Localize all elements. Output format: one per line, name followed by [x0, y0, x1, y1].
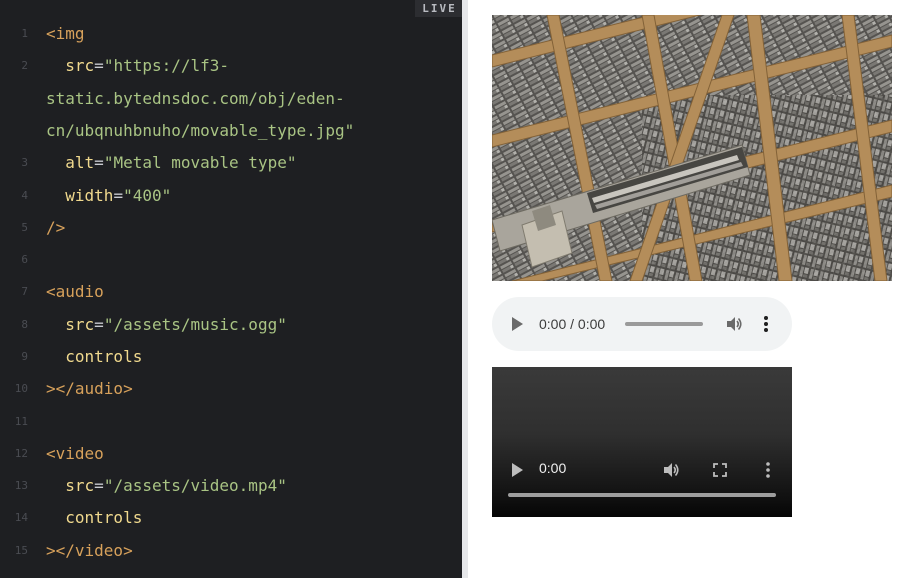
line-number: 1	[21, 27, 28, 40]
code-token: static.bytednsdoc.com/obj/eden-	[46, 89, 345, 108]
audio-seek-bar[interactable]	[625, 322, 703, 326]
line-number: 10	[14, 382, 28, 395]
live-badge: LIVE	[415, 0, 462, 17]
code-token: controls	[46, 508, 143, 527]
code-line[interactable]: 14 controls	[0, 502, 462, 534]
code-token: ></audio>	[46, 379, 133, 398]
code-token: src	[46, 56, 95, 75]
movable-type-photo	[492, 15, 892, 281]
code-token: =	[94, 315, 104, 334]
code-line[interactable]: 5 />	[0, 212, 462, 244]
code-line[interactable]: 1 <img	[0, 18, 462, 50]
line-number: 3	[21, 156, 28, 169]
code-line[interactable]: 13 src="/assets/video.mp4"	[0, 470, 462, 502]
code-token: "https://lf3-	[103, 56, 230, 75]
line-number: 7	[21, 285, 28, 298]
code-token: <audio	[46, 282, 104, 301]
code-token: src	[46, 315, 95, 334]
code-text: src="https://lf3-	[46, 50, 229, 82]
code-line[interactable]: cn/ubqnuhbnuho/movable_type.jpg"	[0, 115, 462, 147]
code-token: "400"	[123, 186, 172, 205]
line-number: 2	[21, 59, 28, 72]
code-line[interactable]: 7 <audio	[0, 276, 462, 308]
live-preview: 0:00 / 0:00 0:00	[468, 0, 914, 578]
code-line[interactable]: static.bytednsdoc.com/obj/eden-	[0, 83, 462, 115]
code-line[interactable]: 12 <video	[0, 438, 462, 470]
line-number: 15	[14, 544, 28, 557]
code-text: ></audio>	[46, 373, 133, 405]
code-text: src="/assets/music.ogg"	[46, 309, 287, 341]
code-token: =	[113, 186, 124, 205]
movable-type-image	[492, 15, 892, 281]
code-line[interactable]: 9 controls	[0, 341, 462, 373]
volume-icon[interactable]	[662, 461, 680, 479]
code-text: static.bytednsdoc.com/obj/eden-	[46, 83, 345, 115]
code-token: ></video>	[46, 541, 133, 560]
code-token: =	[94, 476, 104, 495]
code-text: cn/ubqnuhbnuho/movable_type.jpg"	[46, 115, 354, 147]
code-line[interactable]: 8 src="/assets/music.ogg"	[0, 309, 462, 341]
code-text: alt="Metal movable type"	[46, 147, 296, 179]
line-number: 6	[21, 253, 28, 266]
audio-player[interactable]: 0:00 / 0:00	[492, 297, 792, 351]
code-text: <audio	[46, 276, 104, 308]
video-seek-bar[interactable]	[508, 493, 776, 497]
line-number: 11	[14, 415, 28, 428]
line-number: 5	[21, 221, 28, 234]
line-number: 12	[14, 447, 28, 460]
video-player[interactable]: 0:00	[492, 367, 792, 517]
audio-time-display: 0:00 / 0:00	[539, 316, 606, 332]
code-line[interactable]: 2 src="https://lf3-	[0, 50, 462, 82]
code-text: />	[46, 212, 65, 244]
code-token: =	[94, 56, 104, 75]
code-token: "/assets/video.mp4"	[103, 476, 287, 495]
play-icon[interactable]	[512, 317, 523, 331]
play-icon[interactable]	[512, 463, 523, 477]
code-token: src	[46, 476, 95, 495]
video-time-display: 0:00	[539, 460, 567, 476]
code-text: <video	[46, 438, 104, 470]
code-token: width	[46, 186, 114, 205]
code-text: controls	[46, 502, 142, 534]
code-line[interactable]: 3 alt="Metal movable type"	[0, 147, 462, 179]
more-options-icon[interactable]	[764, 461, 772, 479]
code-text: width="400"	[46, 180, 171, 212]
code-text: <img	[46, 18, 85, 50]
code-line[interactable]: 11	[0, 406, 462, 438]
code-token: cn/ubqnuhbnuho/movable_type.jpg"	[46, 121, 355, 140]
code-line[interactable]: 10 ></audio>	[0, 373, 462, 405]
code-line[interactable]: 4 width="400"	[0, 180, 462, 212]
code-token: "Metal movable type"	[103, 153, 297, 172]
line-number: 4	[21, 189, 28, 202]
code-token: <img	[46, 24, 85, 43]
code-line[interactable]: 6	[0, 244, 462, 276]
code-line[interactable]: 15 ></video>	[0, 535, 462, 567]
code-token: alt	[46, 153, 95, 172]
line-number: 8	[21, 318, 28, 331]
fullscreen-icon[interactable]	[711, 461, 729, 479]
code-token: <video	[46, 444, 104, 463]
line-number: 9	[21, 350, 28, 363]
line-number: 14	[14, 511, 28, 524]
more-options-icon[interactable]	[762, 315, 770, 333]
volume-icon[interactable]	[725, 315, 743, 333]
code-editor[interactable]: 1 <img 2 src="https://lf3- static.bytednsdo…	[0, 0, 462, 578]
code-text: controls	[46, 341, 142, 373]
code-text: ></video>	[46, 535, 133, 567]
code-token: "/assets/music.ogg"	[103, 315, 287, 334]
code-token: controls	[46, 347, 143, 366]
code-token: =	[94, 153, 104, 172]
code-token: />	[46, 218, 66, 237]
code-text: src="/assets/video.mp4"	[46, 470, 287, 502]
line-number: 13	[14, 479, 28, 492]
